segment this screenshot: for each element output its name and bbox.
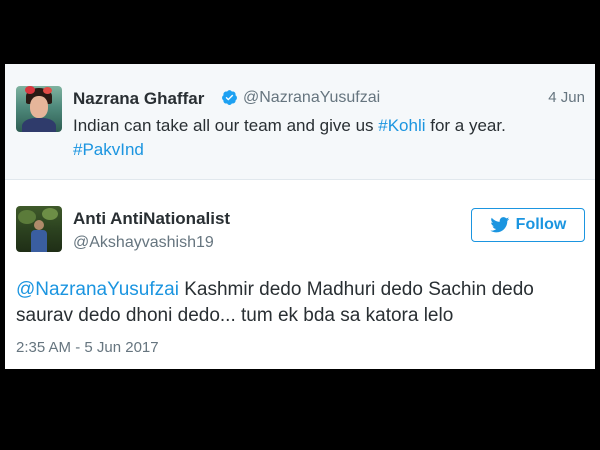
tweet-text: Indian can take all our team and give us… <box>73 114 573 162</box>
tweet-date[interactable]: 4 Jun <box>548 89 585 106</box>
follow-label: Follow <box>515 216 567 233</box>
avatar-face <box>30 96 48 118</box>
hashtag-link[interactable]: #Kohli <box>378 116 425 135</box>
avatar-body <box>22 118 56 132</box>
verified-badge-icon <box>222 90 237 105</box>
tweet-text-part: Indian can take all our team and give us <box>73 116 379 135</box>
username[interactable]: @NazranaYusufzai <box>243 89 380 107</box>
quoted-tweet[interactable]: Nazrana Ghaffar @NazranaYusufzai 4 Jun I… <box>5 64 595 180</box>
display-name[interactable]: Nazrana Ghaffar <box>73 89 204 109</box>
hashtag-link[interactable]: #PakvInd <box>73 140 144 159</box>
mention-link[interactable]: @NazranaYusufzai <box>16 279 179 300</box>
tweet-text-part: for a year. <box>425 116 506 135</box>
tweet-text: @NazranaYusufzai Kashmir dedo Madhuri de… <box>16 277 586 329</box>
avatar-flower <box>25 86 35 94</box>
tweet-timestamp[interactable]: 2:35 AM - 5 Jun 2017 <box>16 339 159 356</box>
display-name[interactable]: Anti AntiNationalist <box>73 209 230 229</box>
avatar-foliage <box>42 208 58 220</box>
username[interactable]: @Akshayvashish19 <box>73 234 214 252</box>
avatar[interactable] <box>16 206 62 252</box>
avatar-head <box>34 220 44 230</box>
avatar[interactable] <box>16 86 62 132</box>
follow-button[interactable]: Follow <box>471 208 585 242</box>
tweet-card: Nazrana Ghaffar @NazranaYusufzai 4 Jun I… <box>5 64 595 369</box>
avatar-flower <box>43 87 52 94</box>
twitter-bird-icon <box>490 217 509 233</box>
avatar-body <box>31 230 47 252</box>
avatar-foliage <box>18 210 36 224</box>
